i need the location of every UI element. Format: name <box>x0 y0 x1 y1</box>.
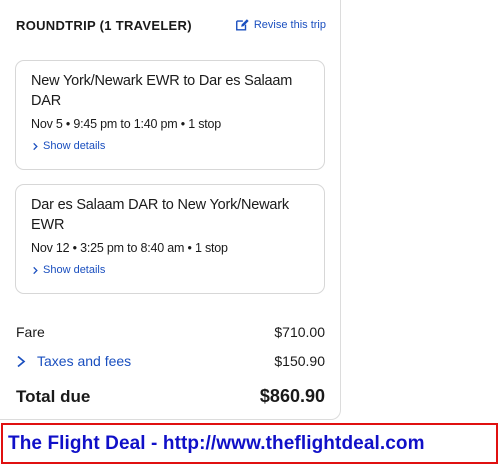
fare-value: $710.00 <box>274 324 325 340</box>
revise-trip-link[interactable]: Revise this trip <box>235 18 326 32</box>
total-row: Total due $860.90 <box>16 386 325 407</box>
taxes-toggle[interactable]: Taxes and fees <box>16 353 131 369</box>
taxes-label: Taxes and fees <box>37 353 132 369</box>
revise-trip-label: Revise this trip <box>253 19 326 31</box>
edit-icon <box>235 19 249 31</box>
show-details-label: Show details <box>43 140 106 152</box>
flight-card-return: Dar es Salaam DAR to New York/Newark EWR… <box>15 184 325 294</box>
show-details-label: Show details <box>43 264 106 276</box>
chevron-right-icon <box>33 142 38 150</box>
fare-row: Fare $710.00 <box>16 324 325 340</box>
flight-route: Dar es Salaam DAR to New York/Newark EWR <box>31 197 289 233</box>
flight-route: New York/Newark EWR to Dar es Salaam DAR <box>31 73 293 109</box>
trip-header: ROUNDTRIP (1 TRAVELER) Revise this trip <box>16 18 326 38</box>
flight-times: Nov 12 • 3:25 pm to 8:40 am • 1 stop <box>31 241 228 255</box>
taxes-row: Taxes and fees $150.90 <box>16 353 325 369</box>
show-details-link[interactable]: Show details <box>31 140 310 152</box>
show-details-link[interactable]: Show details <box>31 264 310 276</box>
chevron-right-icon <box>17 355 26 367</box>
flight-times: Nov 5 • 9:45 pm to 1:40 pm • 1 stop <box>31 117 222 131</box>
banner-text: The Flight Deal - http://www.theflightde… <box>8 432 425 454</box>
fare-label: Fare <box>16 324 45 340</box>
trip-type-label: ROUNDTRIP (1 TRAVELER) <box>16 18 192 33</box>
promo-banner: The Flight Deal - http://www.theflightde… <box>1 423 498 464</box>
flight-card-outbound: New York/Newark EWR to Dar es Salaam DAR… <box>15 60 325 170</box>
trip-summary-panel: ROUNDTRIP (1 TRAVELER) Revise this trip … <box>0 0 341 420</box>
chevron-right-icon <box>33 266 38 274</box>
taxes-value: $150.90 <box>274 353 325 369</box>
total-value: $860.90 <box>259 386 325 406</box>
total-label: Total due <box>16 386 91 406</box>
